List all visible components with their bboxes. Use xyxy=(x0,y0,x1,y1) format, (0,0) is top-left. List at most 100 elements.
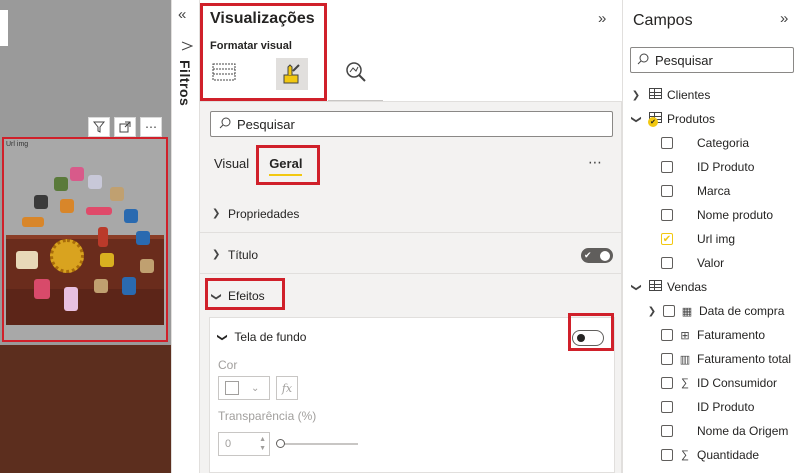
collapse-fields-button[interactable]: » xyxy=(780,10,788,27)
field-nome-da-origem[interactable]: Nome da Origem xyxy=(661,419,788,443)
table-name: Vendas xyxy=(667,280,708,294)
shelf-graphic xyxy=(6,289,164,325)
table-produtos[interactable]: ❯ Produtos xyxy=(629,107,715,131)
field-label: Valor xyxy=(697,256,725,270)
sigma-icon: ∑ xyxy=(681,449,689,461)
transparency-label: Transparência (%) xyxy=(218,409,317,423)
table-clientes[interactable]: ❯ Clientes xyxy=(629,83,710,107)
slider-thumb[interactable] xyxy=(276,439,285,448)
table-vendas[interactable]: ❯ Vendas xyxy=(629,275,707,299)
product-image xyxy=(16,251,38,269)
field-checkbox[interactable] xyxy=(661,257,673,269)
field-checkbox[interactable] xyxy=(661,377,673,389)
expand-filters-button[interactable]: « xyxy=(178,6,186,23)
field-label: Quantidade xyxy=(697,448,760,462)
chevron-right-icon: ❯ xyxy=(212,249,221,260)
conditional-format-button[interactable]: fx xyxy=(276,376,298,400)
visual-header-toolbar: ⋯ xyxy=(88,117,162,137)
filters-pane-label: Filtros xyxy=(177,60,193,107)
analytics-magnifier-icon[interactable] xyxy=(342,58,370,86)
transparency-value: 0 xyxy=(225,438,232,450)
field-label: ID Produto xyxy=(697,400,755,414)
pane-divider xyxy=(328,100,383,101)
color-swatch xyxy=(225,381,239,395)
highlight-box xyxy=(568,313,614,351)
product-image xyxy=(122,277,136,295)
more-options-button[interactable]: ⋯ xyxy=(140,117,162,137)
field-label: Nome da Origem xyxy=(697,424,789,438)
field-id-produto[interactable]: ID Produto xyxy=(661,155,754,179)
focus-mode-icon[interactable] xyxy=(114,117,136,137)
section-titulo[interactable]: ❯ Título ✔ xyxy=(200,236,622,274)
background-card-header[interactable]: ❯ Tela de fundo xyxy=(216,330,307,344)
product-image xyxy=(64,287,78,311)
measure-table-icon: ⊞ xyxy=(680,329,690,342)
field-checkbox[interactable] xyxy=(661,137,673,149)
filters-pane-collapsed[interactable]: « Filtros xyxy=(171,0,200,473)
chevron-down-icon: ❯ xyxy=(630,282,642,292)
table-icon xyxy=(647,280,663,294)
canvas-background xyxy=(0,345,171,473)
tab-visual[interactable]: Visual xyxy=(214,156,249,171)
product-image xyxy=(100,253,114,267)
pet-toy-graphic xyxy=(50,239,84,273)
format-search-input[interactable]: Pesquisar xyxy=(210,111,613,137)
titulo-toggle[interactable]: ✔ xyxy=(581,248,613,263)
field-checkbox[interactable] xyxy=(663,305,675,317)
field-checkbox[interactable] xyxy=(661,329,673,341)
chevron-right-icon: ❯ xyxy=(647,305,657,317)
field-quantidade[interactable]: ∑ Quantidade xyxy=(661,443,759,467)
field-categoria[interactable]: Categoria xyxy=(661,131,749,155)
field-checkbox[interactable] xyxy=(661,425,673,437)
table-name: Produtos xyxy=(667,112,716,126)
product-image xyxy=(70,167,84,181)
filter-icon[interactable] xyxy=(88,117,110,137)
highlight-box xyxy=(200,3,327,101)
product-image xyxy=(110,187,124,201)
filter-funnel-icon xyxy=(181,40,194,55)
field-label: Nome produto xyxy=(697,208,774,222)
pane-title: Campos xyxy=(633,12,693,29)
field-id-produto[interactable]: ID Produto xyxy=(661,395,754,419)
field-faturamento[interactable]: ⊞ Faturamento xyxy=(661,323,765,347)
spinner-icon[interactable]: ▲ ▼ xyxy=(259,435,266,453)
field-checkbox[interactable] xyxy=(661,353,673,365)
field-checkbox[interactable] xyxy=(661,185,673,197)
product-image xyxy=(22,217,44,227)
field-label: Url img xyxy=(697,232,735,246)
highlight-box xyxy=(205,278,285,310)
highlight-box xyxy=(256,145,320,185)
section-propriedades[interactable]: ❯ Propriedades xyxy=(200,195,622,233)
field-checkbox[interactable] xyxy=(661,449,673,461)
field-checkbox[interactable] xyxy=(661,401,673,413)
field-valor[interactable]: Valor xyxy=(661,251,724,275)
field-checkbox[interactable] xyxy=(661,161,673,173)
collapse-visualizations-button[interactable]: » xyxy=(598,10,606,27)
field-faturamento-total[interactable]: ▥ Faturamento total xyxy=(661,347,791,371)
field-checkbox-checked[interactable]: ✔ xyxy=(661,233,673,245)
product-image xyxy=(60,199,74,213)
field-data-de-compra[interactable]: ❯ ▦ Data de compra xyxy=(645,299,785,323)
product-image xyxy=(94,279,108,293)
fields-search-input[interactable]: Pesquisar xyxy=(630,47,794,73)
more-options-button[interactable]: ⋯ xyxy=(588,154,603,171)
field-id-consumidor[interactable]: ∑ ID Consumidor xyxy=(661,371,777,395)
product-image xyxy=(98,227,108,247)
field-nome-produto[interactable]: Nome produto xyxy=(661,203,773,227)
field-marca[interactable]: Marca xyxy=(661,179,730,203)
field-checkbox[interactable] xyxy=(661,209,673,221)
field-label: Marca xyxy=(697,184,731,198)
transparency-input[interactable]: 0 ▲ ▼ xyxy=(218,432,270,456)
chevron-down-icon: ❯ xyxy=(630,114,642,124)
transparency-slider[interactable] xyxy=(276,439,358,448)
color-picker[interactable]: ⌄ xyxy=(218,376,270,400)
search-placeholder: Pesquisar xyxy=(655,52,713,68)
search-icon xyxy=(219,117,231,132)
product-image xyxy=(140,259,154,273)
field-label: Faturamento xyxy=(697,328,766,342)
report-canvas[interactable]: ⋯ Url img xyxy=(0,0,171,473)
selected-image-visual[interactable]: Url img xyxy=(2,137,168,342)
chevron-right-icon: ❯ xyxy=(631,89,641,101)
chevron-down-icon: ❯ xyxy=(216,332,228,342)
field-url-img[interactable]: ✔ Url img xyxy=(661,227,735,251)
